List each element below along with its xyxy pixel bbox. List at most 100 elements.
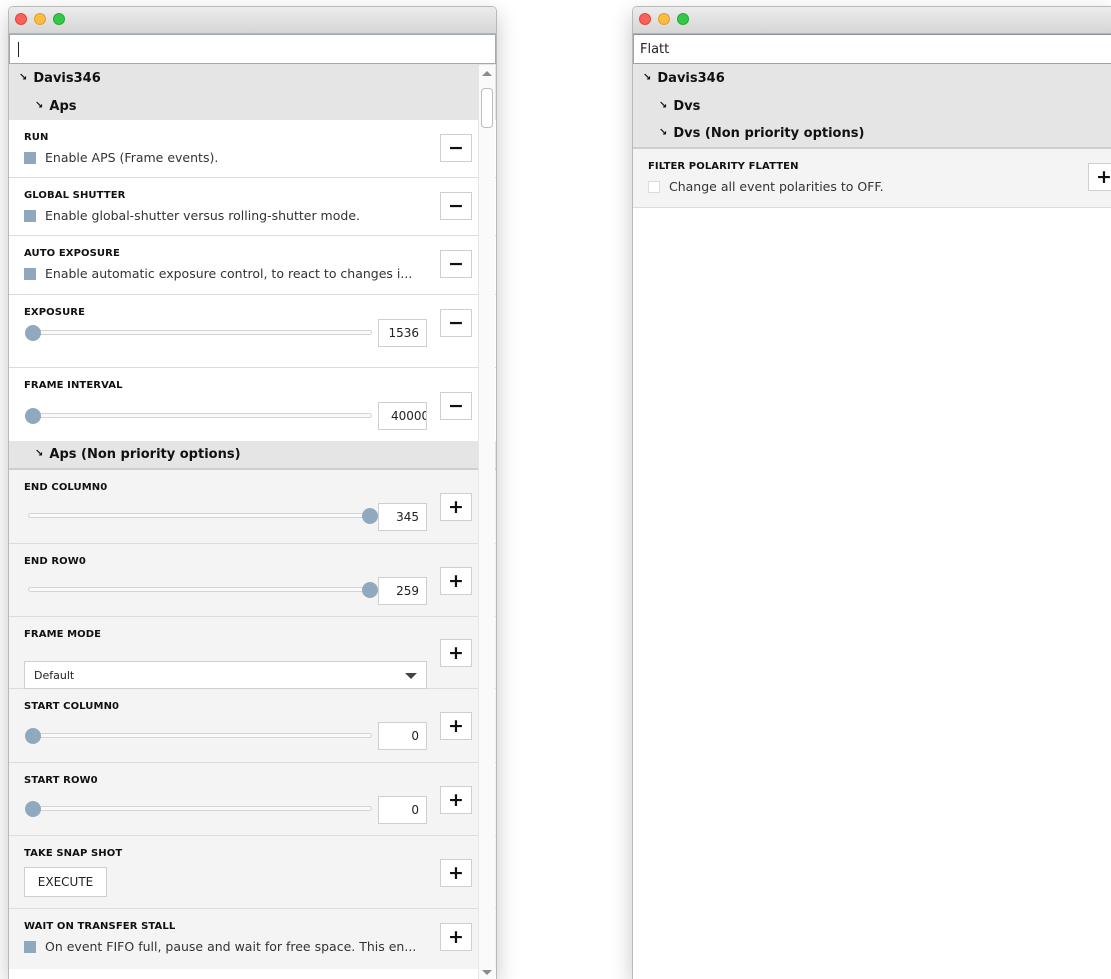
end-column0-slider-handle[interactable] (362, 508, 378, 524)
plus-icon: + (448, 788, 464, 811)
close-window-icon[interactable] (639, 13, 651, 25)
vertical-scrollbar[interactable] (478, 65, 495, 979)
category-header-davis346[interactable]: ↘ Davis346 (9, 64, 496, 92)
settings-list: ↘ Davis346 ↘ Dvs ↘ Dvs (Non priority option… (633, 64, 1111, 208)
minimize-window-icon[interactable] (658, 13, 670, 25)
setting-exposure: EXPOSURE 1536 − (9, 295, 496, 368)
setting-description: Enable global-shutter versus rolling-shu… (45, 208, 360, 223)
expand-button[interactable]: + (440, 639, 472, 667)
subcategory-header-dvs[interactable]: ↘ Dvs (633, 92, 1111, 120)
exposure-value: 1536 (388, 326, 419, 340)
setting-label: AUTO EXPOSURE (24, 248, 120, 259)
minimize-window-icon[interactable] (34, 13, 46, 25)
minus-icon: − (448, 252, 464, 275)
expand-button[interactable]: + (440, 712, 472, 740)
exposure-value-input[interactable]: 1536 (378, 319, 427, 347)
setting-start-row0: START ROW0 0 + (9, 763, 496, 836)
subcategory-header-aps[interactable]: ↘ Aps (9, 92, 496, 120)
plus-icon: + (448, 641, 464, 664)
checkbox-line: Enable automatic exposure control, to re… (24, 266, 412, 281)
search-input-value: Flatt (640, 41, 670, 57)
start-column0-value-input[interactable]: 0 (378, 722, 427, 750)
setting-take-snap-shot: TAKE SNAP SHOT EXECUTE + (9, 836, 496, 909)
start-column0-slider-track[interactable] (28, 733, 372, 738)
category-header-davis346[interactable]: ↘ Davis346 (633, 64, 1111, 92)
run-checkbox[interactable] (24, 151, 36, 164)
scroll-up-arrow-icon[interactable] (482, 71, 492, 76)
checkbox-line: Enable APS (Frame events). (24, 150, 218, 165)
scroll-down-arrow-icon[interactable] (482, 970, 492, 975)
title-bar (9, 7, 496, 34)
setting-label: RUN (24, 132, 49, 143)
checkbox-line: On event FIFO full, pause and wait for f… (24, 939, 416, 954)
minus-icon: − (448, 394, 464, 417)
plus-icon: + (448, 861, 464, 884)
title-bar (633, 7, 1111, 34)
search-input[interactable]: Flatt (633, 34, 1111, 64)
expand-button[interactable]: + (1088, 163, 1111, 191)
minus-icon: − (448, 194, 464, 217)
close-window-icon[interactable] (15, 13, 27, 25)
execute-button[interactable]: EXECUTE (24, 867, 107, 897)
frame-interval-slider-track[interactable] (28, 413, 372, 418)
end-column0-value-input[interactable]: 345 (378, 503, 427, 531)
plus-icon: + (1096, 165, 1111, 188)
scrollbar-thumb[interactable] (481, 88, 493, 128)
end-column0-value: 345 (396, 510, 419, 524)
plus-icon: + (448, 714, 464, 737)
subcategory-label: Aps (Non priority options) (49, 447, 241, 462)
setting-label: TAKE SNAP SHOT (24, 848, 123, 859)
end-row0-value-input[interactable]: 259 (378, 577, 427, 605)
auto-exposure-checkbox[interactable] (24, 267, 36, 280)
execute-button-label: EXECUTE (37, 875, 94, 889)
setting-wait-on-transfer-stall: WAIT ON TRANSFER STALL On event FIFO ful… (9, 909, 496, 969)
global-shutter-checkbox[interactable] (24, 209, 36, 222)
setting-global-shutter: GLOBAL SHUTTER Enable global-shutter ver… (9, 178, 496, 236)
end-row0-slider-track[interactable] (28, 587, 372, 592)
setting-label: EXPOSURE (24, 307, 86, 318)
exposure-slider-track[interactable] (28, 330, 372, 335)
collapse-button[interactable]: − (440, 250, 472, 278)
setting-end-row0: END ROW0 259 + (9, 544, 496, 617)
category-label: Davis346 (657, 70, 725, 86)
collapse-arrow-icon: ↘ (643, 71, 652, 83)
frame-interval-value-input[interactable]: 40000 (378, 402, 427, 430)
expand-button[interactable]: + (440, 493, 472, 521)
collapse-arrow-icon: ↘ (19, 71, 28, 83)
collapse-button[interactable]: − (440, 309, 472, 337)
start-column0-value: 0 (411, 729, 419, 743)
filter-polarity-flatten-checkbox[interactable] (648, 180, 660, 193)
setting-label: GLOBAL SHUTTER (24, 190, 126, 201)
exposure-slider-handle[interactable] (25, 325, 41, 341)
subcategory-header-aps-nonpriority[interactable]: ↘ Aps (Non priority options) (9, 441, 496, 470)
end-column0-slider-track[interactable] (28, 513, 372, 518)
checkbox-line: Enable global-shutter versus rolling-shu… (24, 208, 360, 223)
start-row0-value-input[interactable]: 0 (378, 796, 427, 824)
collapse-button[interactable]: − (440, 134, 472, 162)
expand-button[interactable]: + (440, 567, 472, 595)
wait-on-transfer-stall-checkbox[interactable] (24, 940, 36, 953)
start-row0-slider-handle[interactable] (25, 801, 41, 817)
setting-description: On event FIFO full, pause and wait for f… (45, 939, 417, 954)
start-row0-slider-track[interactable] (28, 806, 372, 811)
subcategory-header-dvs-nonpriority[interactable]: ↘ Dvs (Non priority options) (633, 120, 1111, 149)
dropdown-arrow-icon (405, 673, 417, 679)
zoom-window-icon[interactable] (53, 13, 65, 25)
expand-button[interactable]: + (440, 923, 472, 951)
expand-button[interactable]: + (440, 786, 472, 814)
collapse-arrow-icon: ↘ (659, 99, 668, 111)
search-input[interactable] (9, 34, 496, 64)
frame-interval-slider-handle[interactable] (25, 408, 41, 424)
plus-icon: + (448, 569, 464, 592)
start-column0-slider-handle[interactable] (25, 728, 41, 744)
checkbox-line: Change all event polarities to OFF. (648, 179, 884, 194)
setting-description: Change all event polarities to OFF. (669, 179, 884, 194)
collapse-button[interactable]: − (440, 392, 472, 420)
frame-mode-select[interactable]: Default (24, 661, 427, 689)
zoom-window-icon[interactable] (677, 13, 689, 25)
collapse-button[interactable]: − (440, 192, 472, 220)
setting-label: START COLUMN0 (24, 701, 120, 712)
setting-description: Enable APS (Frame events). (45, 150, 219, 165)
end-row0-slider-handle[interactable] (362, 582, 378, 598)
expand-button[interactable]: + (440, 859, 472, 887)
